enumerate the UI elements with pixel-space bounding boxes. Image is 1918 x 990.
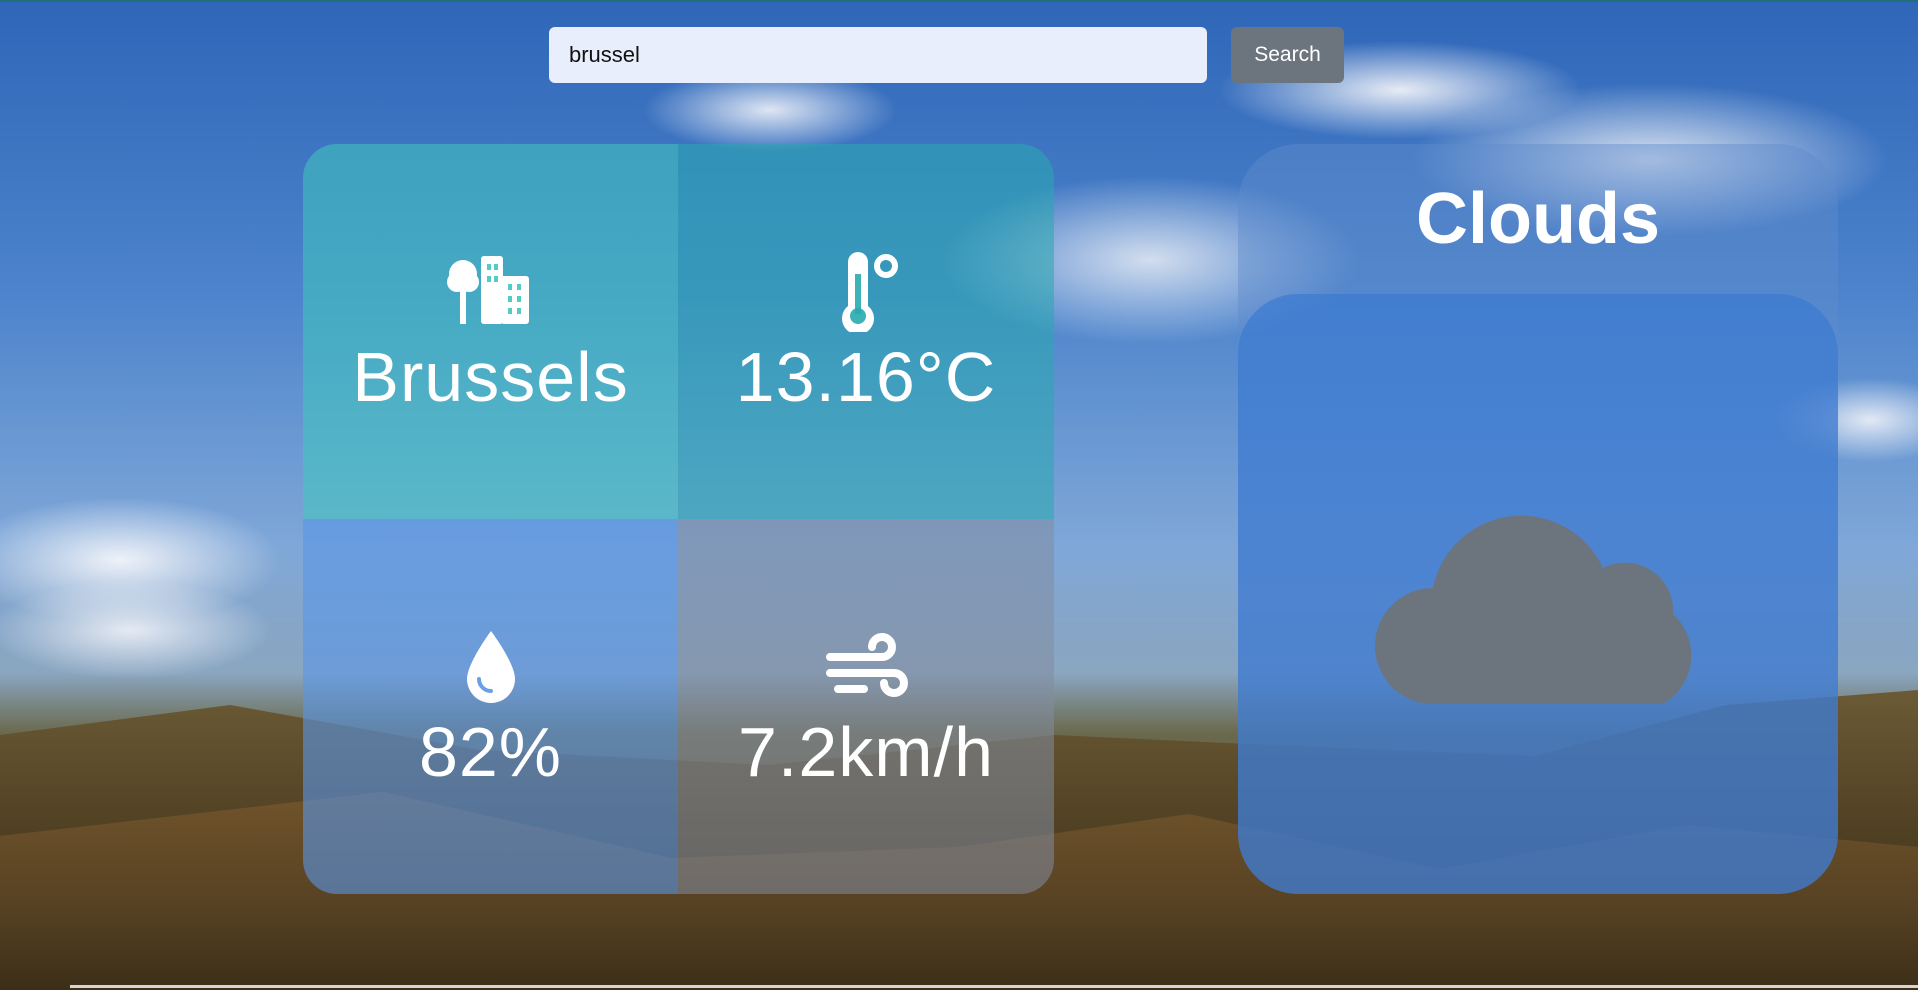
humidity-tile: 82% xyxy=(303,519,678,894)
city-tile: Brussels xyxy=(303,144,678,519)
city-name: Brussels xyxy=(352,337,629,416)
droplet-icon xyxy=(466,630,515,703)
humidity-value: 82% xyxy=(418,712,563,791)
wind-value: 7.2km/h xyxy=(738,712,994,791)
wind-icon xyxy=(826,632,908,697)
bottom-border xyxy=(70,985,1918,988)
weather-icon-panel xyxy=(1238,294,1838,894)
weather-condition-title: Clouds xyxy=(1416,179,1660,259)
wind-tile: 7.2km/h xyxy=(678,519,1054,894)
cloud-icon xyxy=(1375,515,1692,704)
temperature-value: 13.16°C xyxy=(735,337,997,416)
temperature-icon xyxy=(842,251,898,332)
city-icon xyxy=(446,255,529,324)
search-button[interactable]: Search xyxy=(1231,27,1344,83)
weather-condition-card: Clouds xyxy=(1238,144,1838,894)
search-input[interactable] xyxy=(549,27,1207,83)
weather-stats-grid: Brussels 13.16°C 82% 7.2km/h xyxy=(303,144,1054,894)
top-border xyxy=(0,0,1918,2)
temperature-tile: 13.16°C xyxy=(678,144,1054,519)
